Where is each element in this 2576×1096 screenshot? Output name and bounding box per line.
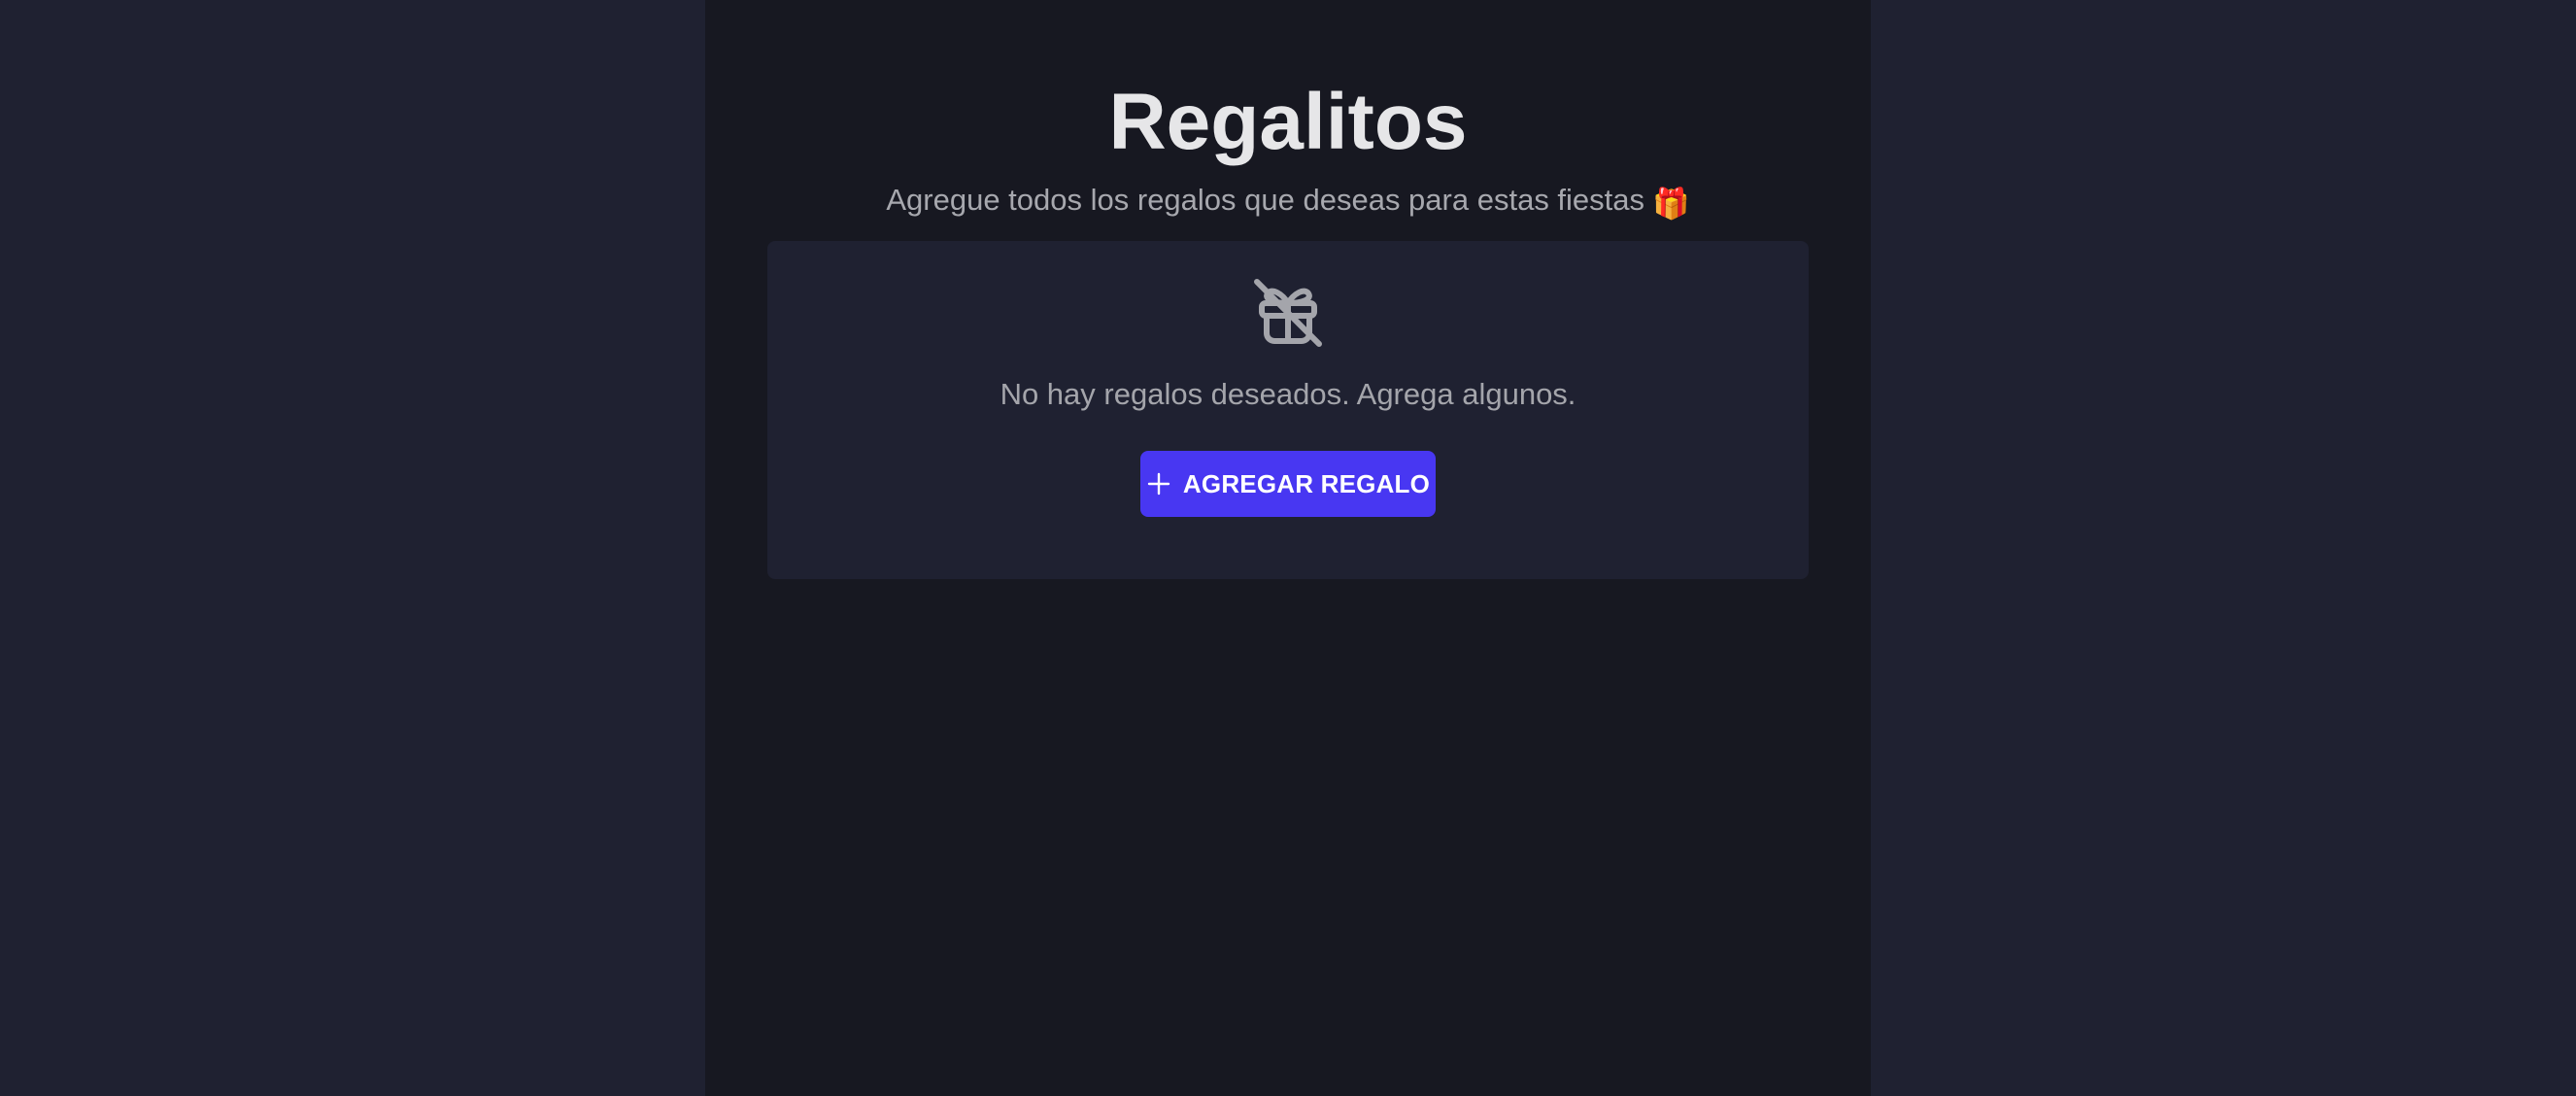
gift-emoji-icon: 🎁	[1652, 187, 1690, 221]
empty-state-message: No hay regalos deseados. Agrega algunos.	[1000, 377, 1576, 411]
add-gift-button[interactable]: AGREGAR REGALO	[1140, 451, 1436, 517]
gift-list-card: No hay regalos deseados. Agrega algunos.…	[767, 241, 1809, 579]
add-gift-button-label: AGREGAR REGALO	[1182, 468, 1431, 498]
gift-off-icon	[1254, 279, 1322, 347]
plus-icon	[1147, 472, 1170, 496]
subtitle-text: Agregue todos los regalos que deseas par…	[886, 183, 1645, 217]
page-subtitle: Agregue todos los regalos que deseas par…	[705, 181, 1871, 223]
app-page: Regalitos Agregue todos los regalos que …	[0, 0, 2576, 1096]
page-title: Regalitos	[1108, 78, 1468, 166]
main-column: Regalitos Agregue todos los regalos que …	[705, 0, 1871, 1096]
